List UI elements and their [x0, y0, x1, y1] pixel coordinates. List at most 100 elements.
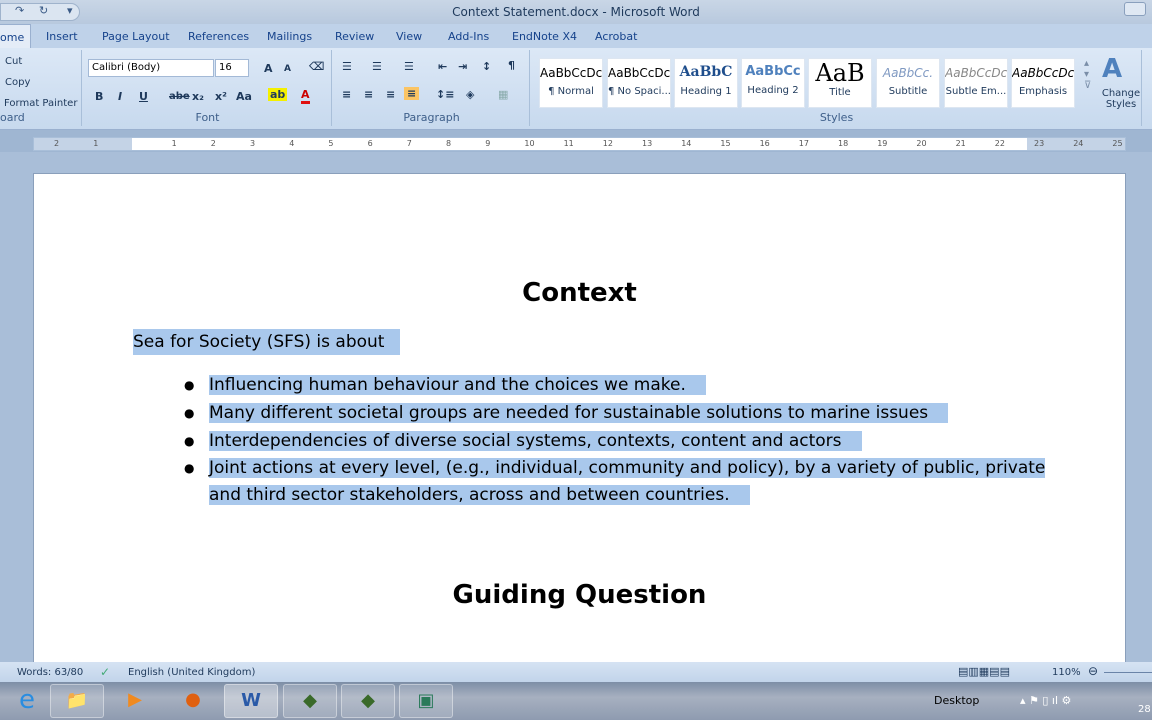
italic-button[interactable]: I	[118, 90, 122, 103]
desktop-toolbar[interactable]: Desktop	[934, 694, 979, 707]
view-buttons[interactable]: ▤▥▦▤▤	[958, 665, 1010, 678]
tab-view[interactable]: View	[396, 30, 422, 43]
cut-button[interactable]: Cut	[5, 56, 22, 67]
style-preview: AaBbCcDc	[1012, 66, 1074, 80]
clear-formatting-icon[interactable]: ⌫	[309, 60, 325, 73]
font-group-label: Font	[195, 111, 220, 124]
grow-font-button[interactable]: A	[264, 62, 273, 75]
tab-references[interactable]: References	[188, 30, 249, 43]
media-player-icon[interactable]: ▶	[108, 684, 162, 718]
tab-endnote[interactable]: EndNote X4	[512, 30, 577, 43]
superscript-button[interactable]: x²	[215, 90, 227, 103]
ruler-tick-label: 19	[877, 139, 888, 148]
tab-mailings[interactable]: Mailings	[267, 30, 312, 43]
taskbar: e 📁 ▶ ● W ◆ ◆ ▣ Desktop ▴ ⚑ ▯ ıl ⚙ 28	[0, 682, 1152, 720]
style-subtitle[interactable]: AaBbCc. Subtitle	[876, 58, 940, 108]
copy-button[interactable]: Copy	[5, 77, 30, 88]
style-preview: AaBbCcDc	[945, 66, 1007, 80]
explorer-icon[interactable]: 📁	[50, 684, 104, 718]
internet-explorer-icon[interactable]: e	[0, 684, 54, 718]
line-spacing-icon[interactable]: ↕≡	[436, 88, 454, 101]
borders-icon[interactable]: ▦	[498, 88, 508, 101]
ruler-tick-label: 25	[1112, 139, 1123, 148]
clipboard-group: Cut Copy Format Painter oard	[0, 50, 82, 126]
zoom-slider[interactable]	[1104, 672, 1152, 673]
style-name: Heading 2	[747, 85, 799, 96]
font-size-select[interactable]: 16	[215, 59, 249, 77]
zoom-level[interactable]: 110%	[1052, 667, 1081, 678]
ruler-tick-label: 4	[289, 139, 295, 148]
tab-home[interactable]: ome	[0, 24, 32, 48]
justify-icon[interactable]: ≡	[404, 87, 420, 100]
document-page[interactable]: Context Sea for Society (SFS) is about I…	[33, 173, 1126, 673]
style-emphasis[interactable]: AaBbCcDc Emphasis	[1011, 58, 1075, 108]
shrink-font-button[interactable]: A	[284, 64, 291, 74]
align-left-icon[interactable]: ≡	[342, 88, 351, 101]
underline-button[interactable]: U	[139, 90, 148, 103]
ruler-tick-label: 20	[916, 139, 927, 148]
tab-add-ins[interactable]: Add-Ins	[448, 30, 489, 43]
style-normal[interactable]: AaBbCcDc ¶ Normal	[539, 58, 603, 108]
style-heading-1[interactable]: AaBbC Heading 1	[674, 58, 738, 108]
ruler-tick-label: 14	[681, 139, 692, 148]
list-item: Joint actions at every level, (e.g., ind…	[184, 455, 1064, 509]
style-subtle-emphasis[interactable]: AaBbCcDc Subtle Em...	[944, 58, 1008, 108]
format-painter-button[interactable]: Format Painter	[4, 98, 77, 109]
font-group: Calibri (Body) 16 A A ⌫ B I U abe x₂ x² …	[84, 50, 332, 126]
tab-page-layout[interactable]: Page Layout	[102, 30, 170, 43]
zoom-out-icon[interactable]: ⊖	[1088, 664, 1098, 678]
shading-icon[interactable]: ◈	[466, 88, 474, 101]
style-no-spacing[interactable]: AaBbCcDc ¶ No Spaci...	[607, 58, 671, 108]
styles-scroll-icon[interactable]: ▴ ▾ ⊽	[1084, 58, 1091, 91]
style-name: Heading 1	[680, 86, 732, 97]
multilevel-list-icon[interactable]: ☰	[404, 60, 414, 73]
paragraph-group-label: Paragraph	[403, 111, 460, 124]
list-item: Many different societal groups are neede…	[184, 399, 1064, 427]
show-formatting-button[interactable]: ¶	[508, 59, 515, 72]
horizontal-ruler[interactable]: 2 1 1 2 3 4 5 6 7 8 9 10 11 12 13 14 15 16 17 18 19 20 21 22 23 2…	[33, 137, 1126, 151]
tab-insert[interactable]: Insert	[46, 30, 78, 43]
change-case-button[interactable]: Aa	[236, 90, 252, 103]
tray-icons[interactable]: ▴ ⚑ ▯ ıl ⚙	[1020, 694, 1071, 707]
window-app-icon[interactable]: ▣	[399, 684, 453, 718]
font-color-icon[interactable]: A	[301, 88, 310, 104]
app-icon[interactable]: ◆	[283, 684, 337, 718]
proofing-icon[interactable]: ✓	[100, 665, 110, 679]
align-center-icon[interactable]: ≡	[364, 88, 373, 101]
firefox-icon[interactable]: ●	[166, 684, 220, 718]
ruler-tick-label: 22	[994, 139, 1005, 148]
style-preview: AaBbCc.	[882, 66, 934, 80]
ruler-tick-label: 21	[955, 139, 966, 148]
list-item: Influencing human behaviour and the choi…	[184, 371, 1064, 399]
word-taskbar-icon[interactable]: W	[224, 684, 278, 718]
style-heading-2[interactable]: AaBbCc Heading 2	[741, 58, 805, 108]
app-icon-2[interactable]: ◆	[341, 684, 395, 718]
font-name-select[interactable]: Calibri (Body)	[88, 59, 214, 77]
style-name: Title	[829, 87, 851, 98]
tab-acrobat[interactable]: Acrobat	[595, 30, 637, 43]
list-item-text: Influencing human behaviour and the choi…	[209, 375, 706, 395]
minimize-button[interactable]	[1124, 2, 1146, 16]
style-title[interactable]: AaB Title	[808, 58, 872, 108]
subscript-button[interactable]: x₂	[192, 90, 204, 103]
bold-button[interactable]: B	[95, 90, 103, 103]
change-styles-button[interactable]: Change Styles	[1096, 88, 1146, 110]
style-name: ¶ Normal	[548, 86, 594, 97]
sort-icon[interactable]: ↕	[482, 60, 491, 73]
bullets-icon[interactable]: ☰	[342, 60, 352, 73]
strikethrough-button[interactable]: abe	[169, 91, 190, 102]
status-bar: Words: 63/80 ✓ English (United Kingdom) …	[0, 662, 1152, 682]
change-styles-icon[interactable]: A	[1102, 54, 1122, 84]
word-count[interactable]: Words: 63/80	[17, 667, 83, 678]
numbering-icon[interactable]: ☰	[372, 60, 382, 73]
tab-review[interactable]: Review	[335, 30, 374, 43]
highlight-icon[interactable]: ab	[268, 88, 288, 101]
increase-indent-icon[interactable]: ⇥	[458, 60, 467, 73]
align-right-icon[interactable]: ≡	[386, 88, 395, 101]
decrease-indent-icon[interactable]: ⇤	[438, 60, 447, 73]
list-item-text: Interdependencies of diverse social syst…	[209, 431, 862, 451]
language[interactable]: English (United Kingdom)	[128, 667, 255, 678]
style-preview: AaBbCcDc	[540, 66, 602, 80]
ruler-tick-label: 2	[54, 139, 60, 148]
ruler-tick-label: 6	[367, 139, 373, 148]
